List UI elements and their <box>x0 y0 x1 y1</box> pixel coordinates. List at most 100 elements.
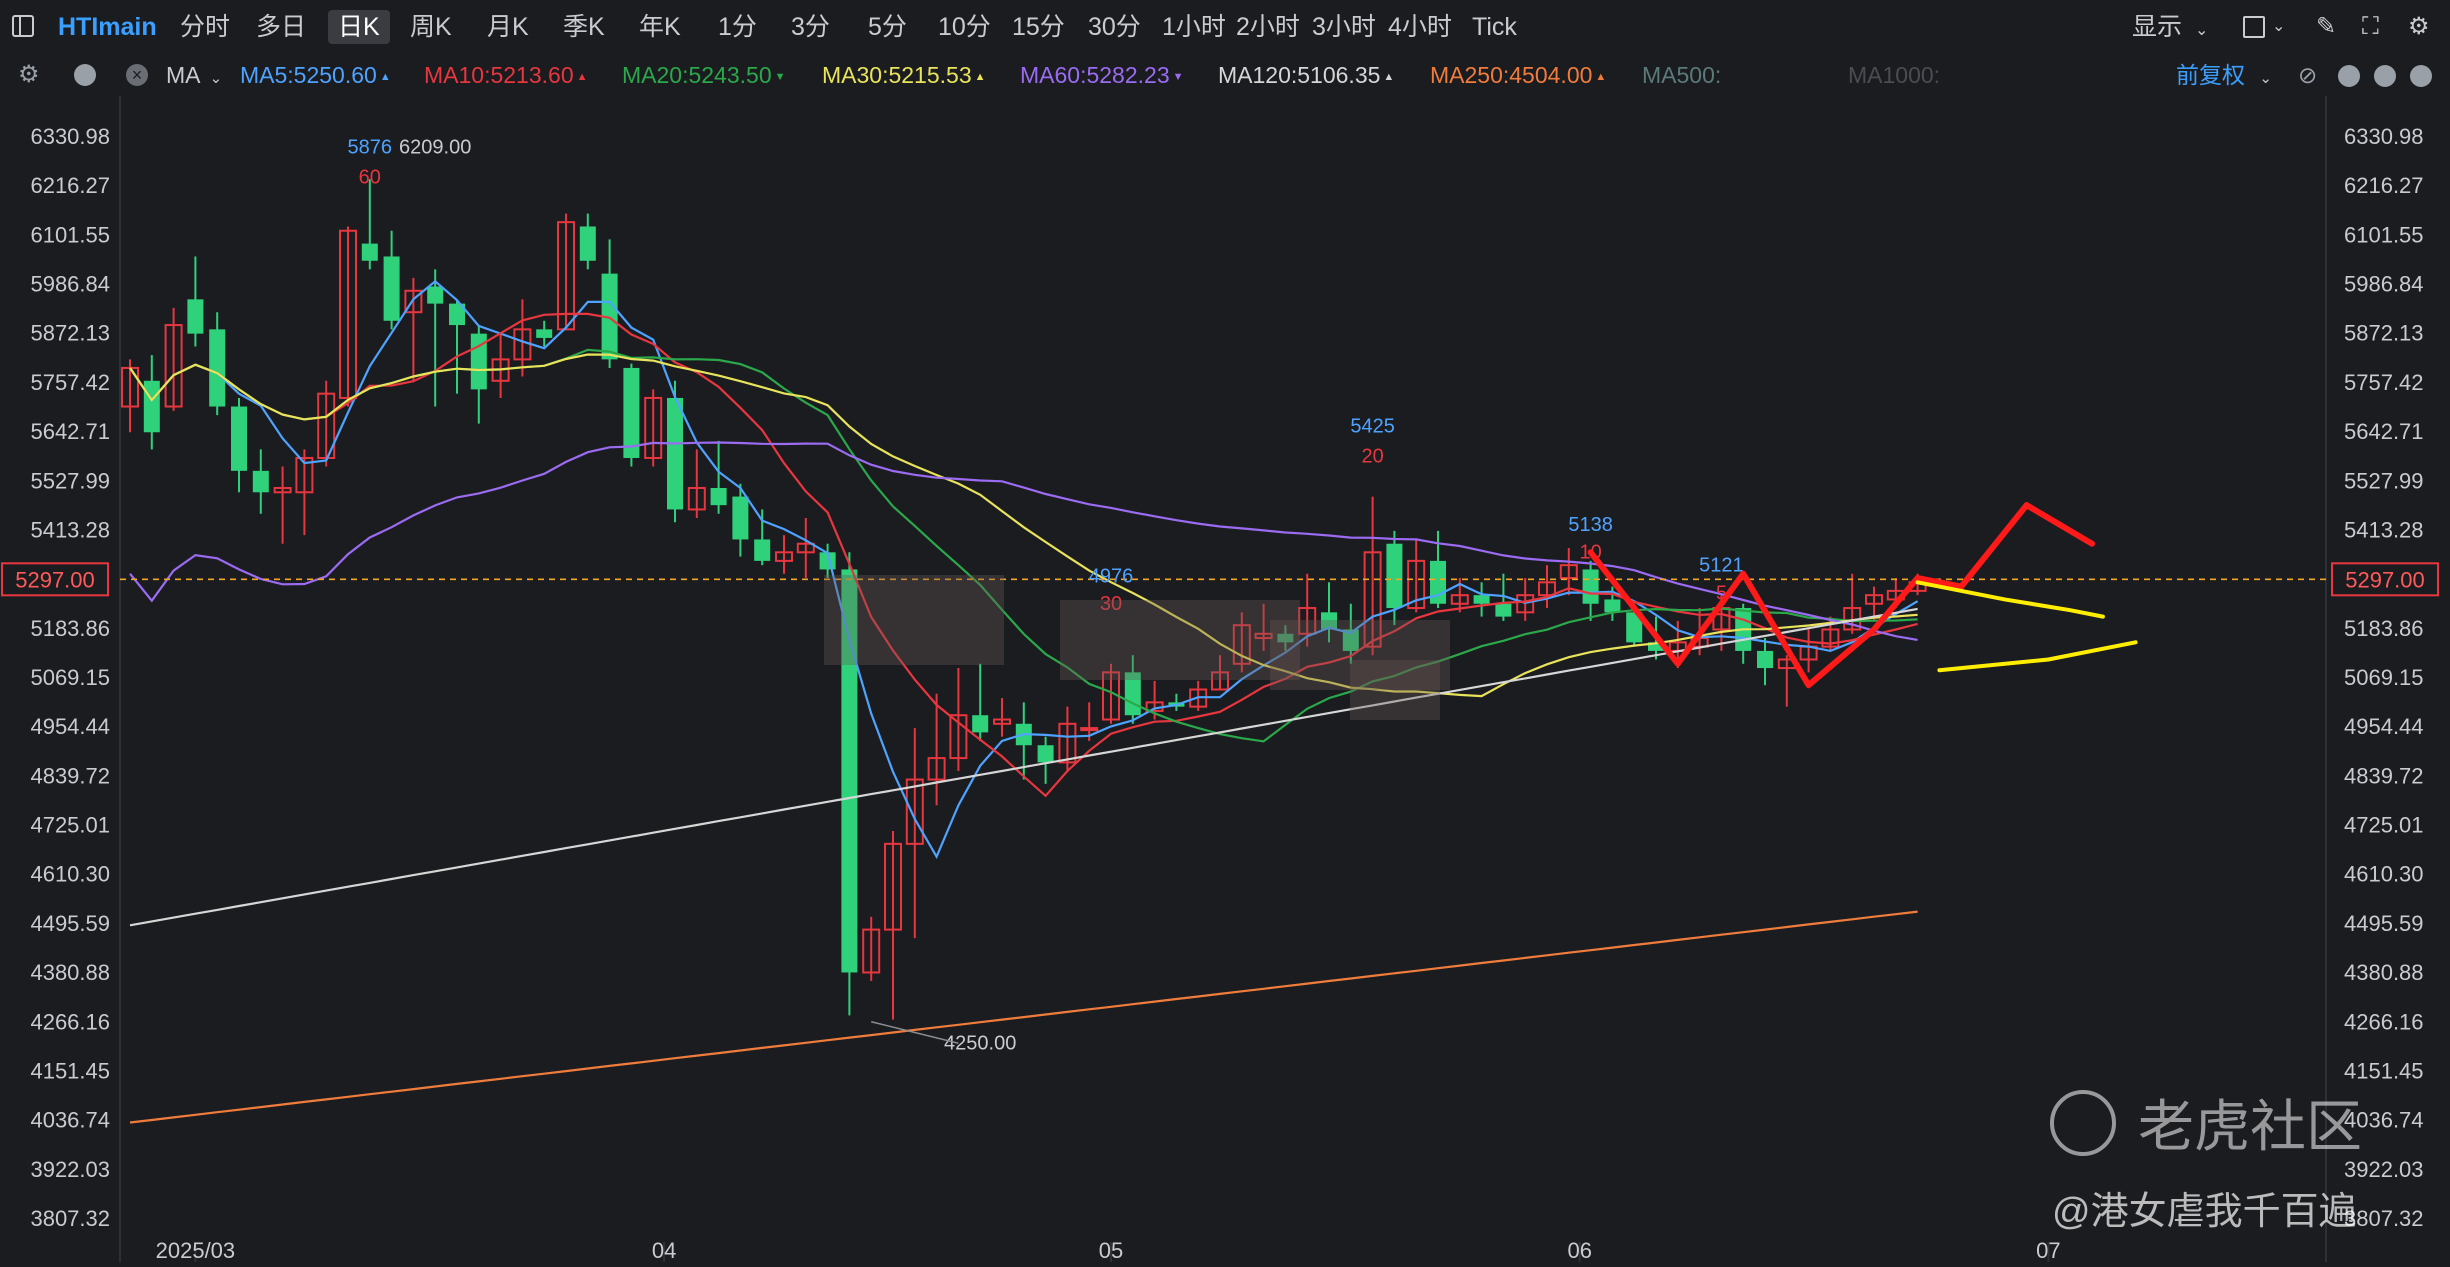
gear-icon[interactable]: ⚙ <box>18 58 40 92</box>
candle-body <box>361 243 378 261</box>
tab-period[interactable]: 3分 <box>791 10 830 44</box>
candle-body <box>143 380 160 433</box>
y-tick-label-left: 6330.98 <box>30 124 110 149</box>
display-label: 显示 <box>2132 13 2183 41</box>
dropdown-circle-icon[interactable] <box>74 64 96 86</box>
author-watermark: @港女虐我千百遍 <box>2052 1191 2357 1233</box>
y-tick-label-left: 4036.74 <box>30 1108 110 1133</box>
draw-pen-icon[interactable]: ✎ <box>2316 10 2336 44</box>
high-low-annotation: 5121 <box>1699 555 1744 577</box>
y-tick-label-left: 5527.99 <box>30 468 110 493</box>
candle-body <box>972 715 989 733</box>
y-tick-label-right: 4380.88 <box>2344 960 2424 985</box>
y-tick-label-right: 5527.99 <box>2344 468 2424 493</box>
tab-period[interactable]: 周K <box>410 10 452 44</box>
tab-period[interactable]: 4小时 <box>1388 10 1452 44</box>
y-tick-label-right: 4266.16 <box>2344 1009 2424 1034</box>
y-tick-label-left: 5642.71 <box>30 419 110 444</box>
y-tick-label-right: 6216.27 <box>2344 173 2424 198</box>
chevron-down-icon[interactable]: ⌄ <box>2272 10 2285 44</box>
brand-watermark: 老虎社区 <box>2050 1082 2362 1163</box>
layout-square-icon[interactable] <box>2243 16 2265 38</box>
tab-period[interactable]: 分时 <box>180 10 230 44</box>
settings-icon[interactable]: ⚙ <box>2408 10 2430 44</box>
y-tick-label-right: 4839.72 <box>2344 763 2424 788</box>
x-tick-label: 04 <box>652 1238 676 1262</box>
symbol-label[interactable]: HTImain <box>58 10 157 44</box>
tab-period[interactable]: 季K <box>563 10 605 44</box>
candle-body <box>231 406 247 471</box>
candle-body <box>1495 603 1512 617</box>
ma-bar: ⚙ × MA ⌄ MA5:5250.60 ▲ MA10:5213.60 ▲ MA20:5… <box>0 54 2450 96</box>
tab-period[interactable]: 1小时 <box>1162 10 1226 44</box>
tab-period[interactable]: 15分 <box>1012 10 1065 44</box>
ma-value[interactable]: MA120:5106.35 ▲ <box>1218 58 1394 92</box>
y-tick-label-left: 4266.16 <box>30 1009 110 1034</box>
ma-value-text: MA5:5250.60 <box>240 62 377 88</box>
trend-arrow-icon: ▲ <box>1595 70 1607 83</box>
candle-body <box>667 397 683 510</box>
high-low-annotation: 5876 <box>348 137 393 159</box>
ma-value[interactable]: MA30:5215.53 ▲ <box>822 58 986 92</box>
y-tick-label-right: 5872.13 <box>2344 321 2424 346</box>
tab-period[interactable]: 2小时 <box>1236 10 1300 44</box>
y-tick-label-left: 6101.55 <box>30 222 110 247</box>
ma-value[interactable]: MA60:5282.23 ▼ <box>1020 58 1184 92</box>
minus-circle-icon[interactable] <box>2410 65 2432 87</box>
candle-body <box>383 256 400 321</box>
ma-value[interactable]: MA10:5213.60 ▲ <box>424 58 588 92</box>
x-tick-label: 07 <box>2036 1238 2060 1262</box>
tab-period[interactable]: 年K <box>639 10 681 44</box>
brand-text: 老虎社区 <box>2138 1095 2362 1158</box>
candle-body <box>209 329 226 407</box>
tab-period[interactable]: 日K <box>328 10 390 44</box>
trend-arrow-icon: ▼ <box>1172 70 1184 83</box>
fullscreen-icon[interactable]: ⛶ <box>2362 10 2379 44</box>
minus-circle-icon[interactable] <box>2338 65 2360 87</box>
candle-body <box>1037 745 1054 763</box>
candle-body <box>1582 569 1599 604</box>
ma-value-text: MA20:5243.50 <box>622 62 772 88</box>
y-tick-label-left: 5986.84 <box>30 272 110 297</box>
ma20-line <box>129 348 1918 743</box>
y-tick-label-left: 4610.30 <box>30 862 110 887</box>
ma-value[interactable]: MA500: <box>1642 58 1721 92</box>
tab-period[interactable]: 3小时 <box>1312 10 1376 44</box>
minus-circle-icon[interactable] <box>2374 65 2396 87</box>
ma-selector[interactable]: MA ⌄ <box>166 58 222 92</box>
tab-period[interactable]: 30分 <box>1088 10 1141 44</box>
no-indicator-icon[interactable]: ⊘ <box>2298 58 2317 92</box>
current-price-label: 5297.00 <box>2345 567 2425 592</box>
y-tick-label-left: 3807.32 <box>30 1206 110 1231</box>
high-low-annotation: 4976 <box>1089 565 1134 587</box>
tab-period[interactable]: 月K <box>487 10 529 44</box>
tab-period[interactable]: Tick <box>1472 10 1517 44</box>
y-tick-label-left: 4954.44 <box>30 714 110 739</box>
tiger-logo-icon <box>2050 1089 2116 1156</box>
blur-patch <box>1060 600 1300 680</box>
candle-body <box>1386 543 1403 609</box>
candle-body <box>710 487 727 506</box>
y-tick-label-right: 4495.59 <box>2344 911 2424 936</box>
ma-value[interactable]: MA20:5243.50 ▼ <box>622 58 786 92</box>
sidebar-toggle-icon[interactable] <box>12 15 34 37</box>
ma-value[interactable]: MA1000: <box>1848 58 1940 92</box>
close-circle-icon[interactable]: × <box>126 64 148 86</box>
tab-period[interactable]: 1分 <box>718 10 757 44</box>
tab-period[interactable]: 10分 <box>938 10 991 44</box>
high-low-annotation: 4250.00 <box>944 1033 1016 1055</box>
chevron-down-icon: ⌄ <box>2259 70 2272 87</box>
chevron-down-icon: ⌄ <box>209 70 223 87</box>
y-tick-label-left: 5872.13 <box>30 321 110 346</box>
high-low-annotation: 5425 <box>1350 415 1395 437</box>
ma-value[interactable]: MA5:5250.60 ▲ <box>240 58 391 92</box>
ma-value[interactable]: MA250:4504.00 ▲ <box>1430 58 1606 92</box>
display-menu[interactable]: 显示 ⌄ <box>2132 10 2208 44</box>
tab-period[interactable]: 5分 <box>868 10 907 44</box>
trend-arrow-icon: ▲ <box>1383 70 1395 83</box>
y-tick-label-left: 4725.01 <box>30 813 110 838</box>
adjust-selector[interactable]: 前复权 ⌄ <box>2176 58 2272 92</box>
tab-period[interactable]: 多日 <box>256 10 306 44</box>
ma-value-text: MA1000: <box>1848 62 1941 88</box>
y-tick-label-left: 4380.88 <box>30 960 110 985</box>
